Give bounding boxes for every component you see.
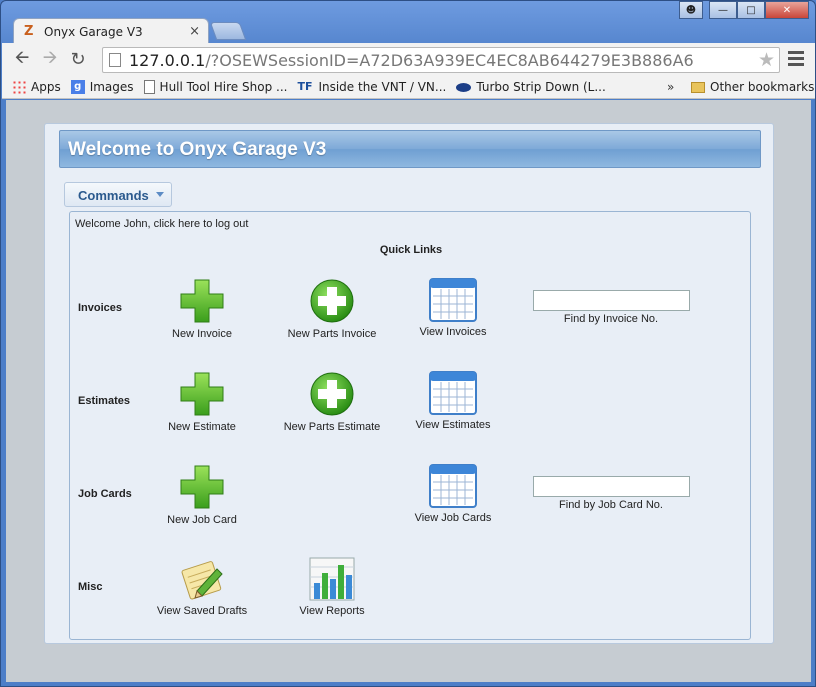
new-invoice-label: New Invoice — [172, 328, 232, 340]
user-icon[interactable]: ☻ — [679, 1, 703, 19]
view-saved-drafts-link[interactable]: View Saved Drafts — [142, 557, 262, 617]
minimize-button[interactable]: — — [709, 1, 737, 19]
bar-chart-icon — [309, 557, 355, 601]
find-invoice-input[interactable] — [532, 290, 690, 311]
green-plus-icon — [180, 372, 224, 416]
bookmark-label: Turbo Strip Down (L... — [476, 80, 606, 94]
commands-label: Commands — [78, 188, 149, 203]
calendar-grid-icon — [429, 278, 477, 322]
new-parts-estimate-link[interactable]: New Parts Estimate — [272, 371, 392, 433]
find-job-card-input[interactable] — [532, 476, 690, 497]
row-label-misc: Misc — [78, 581, 103, 593]
bookmarks-overflow-button[interactable]: » — [667, 80, 674, 94]
bookmark-inside-vnt[interactable]: TF Inside the VNT / VN... — [297, 80, 446, 94]
green-plus-circle-icon — [310, 279, 354, 323]
find-invoice: Find by Invoice No. — [531, 290, 691, 325]
tf-icon: TF — [297, 80, 313, 93]
new-parts-invoice-link[interactable]: New Parts Invoice — [272, 278, 392, 340]
view-invoices-link[interactable]: View Invoices — [393, 278, 513, 338]
menu-icon[interactable] — [788, 51, 804, 69]
quick-links-box: Welcome John, click here to log out Quic… — [69, 211, 751, 640]
green-plus-circle-icon — [310, 372, 354, 416]
row-label-job-cards: Job Cards — [78, 488, 132, 500]
commands-menu-button[interactable]: Commands — [64, 182, 172, 207]
other-bookmarks[interactable]: Other bookmarks — [691, 80, 814, 94]
bookmark-turbo-strip[interactable]: Turbo Strip Down (L... — [456, 80, 606, 94]
page-icon — [143, 80, 155, 94]
maximize-button[interactable]: □ — [737, 1, 765, 19]
new-parts-invoice-label: New Parts Invoice — [287, 328, 377, 340]
page-title: Welcome to Onyx Garage V3 — [59, 130, 761, 168]
view-job-cards-link[interactable]: View Job Cards — [393, 464, 513, 524]
view-estimates-link[interactable]: View Estimates — [393, 371, 513, 431]
bookmark-hull-tool[interactable]: Hull Tool Hire Shop ... — [143, 80, 288, 94]
notepad-pencil-icon — [181, 561, 223, 600]
tab-close-icon[interactable]: × — [189, 24, 200, 39]
new-tab-button[interactable] — [209, 22, 247, 40]
apps-icon — [12, 80, 26, 94]
green-plus-icon — [180, 465, 224, 509]
find-job-card-label: Find by Job Card No. — [559, 499, 663, 511]
find-invoice-label: Find by Invoice No. — [563, 313, 659, 325]
browser-window: ☻ — □ ✕ Z Onyx Garage V3 × 🡨 🡪 ↻ 127.0.0… — [0, 0, 816, 687]
site-favicon-icon: Z — [24, 23, 34, 39]
view-estimates-label: View Estimates — [415, 419, 491, 431]
new-estimate-label: New Estimate — [168, 421, 236, 433]
new-invoice-link[interactable]: New Invoice — [142, 278, 262, 340]
forward-icon[interactable]: 🡪 — [36, 45, 64, 75]
new-job-card-link[interactable]: New Job Card — [142, 464, 262, 526]
view-reports-label: View Reports — [299, 605, 365, 617]
tab-title: Onyx Garage V3 — [44, 24, 143, 39]
reload-icon[interactable]: ↻ — [64, 49, 92, 70]
chevron-down-icon — [156, 192, 164, 197]
quick-links-title: Quick Links — [379, 244, 443, 256]
bookmarks-bar: Apps g Images Hull Tool Hire Shop ... TF… — [2, 76, 815, 99]
view-invoices-label: View Invoices — [419, 326, 487, 338]
browser-tab[interactable]: Z Onyx Garage V3 × — [13, 18, 209, 44]
back-icon[interactable]: 🡨 — [8, 45, 36, 75]
bookmark-images[interactable]: g Images — [70, 80, 134, 94]
address-bar[interactable]: 127.0.0.1/?OSEWSessionID=A72D63A939EC4EC… — [102, 47, 780, 73]
url-host: 127.0.0.1 — [129, 50, 206, 70]
find-job-card: Find by Job Card No. — [531, 476, 691, 511]
green-plus-icon — [180, 279, 224, 323]
bookmark-label: Apps — [31, 80, 61, 94]
bookmark-star-icon[interactable]: ★ — [758, 49, 775, 71]
window-controls: ☻ — □ ✕ — [679, 1, 809, 19]
new-job-card-label: New Job Card — [167, 514, 237, 526]
browser-toolbar: 🡨 🡪 ↻ 127.0.0.1/?OSEWSessionID=A72D63A93… — [2, 43, 815, 76]
other-bookmarks-label: Other bookmarks — [710, 80, 815, 94]
calendar-grid-icon — [429, 371, 477, 415]
bookmark-apps[interactable]: Apps — [12, 80, 61, 94]
bookmark-label: Hull Tool Hire Shop ... — [159, 80, 288, 94]
row-label-estimates: Estimates — [78, 395, 130, 407]
new-parts-estimate-label: New Parts Estimate — [283, 421, 381, 433]
main-panel: Welcome to Onyx Garage V3 Commands Welco… — [44, 123, 774, 644]
url-path: /?OSEWSessionID=A72D63A939EC4EC8AB644279… — [205, 50, 694, 70]
calendar-grid-icon — [429, 464, 477, 508]
new-estimate-link[interactable]: New Estimate — [142, 371, 262, 433]
logout-link[interactable]: Welcome John, click here to log out — [75, 218, 248, 230]
view-job-cards-label: View Job Cards — [414, 512, 492, 524]
close-window-button[interactable]: ✕ — [765, 1, 809, 19]
view-reports-link[interactable]: View Reports — [272, 557, 392, 617]
page-viewport: Welcome to Onyx Garage V3 Commands Welco… — [6, 100, 811, 682]
bookmark-label: Images — [89, 80, 134, 94]
ford-icon — [456, 82, 472, 92]
folder-icon — [691, 81, 705, 93]
row-label-invoices: Invoices — [78, 302, 123, 314]
google-icon: g — [70, 80, 85, 94]
bookmark-label: Inside the VNT / VN... — [318, 80, 447, 94]
page-icon — [109, 53, 121, 67]
view-saved-drafts-label: View Saved Drafts — [156, 605, 248, 617]
